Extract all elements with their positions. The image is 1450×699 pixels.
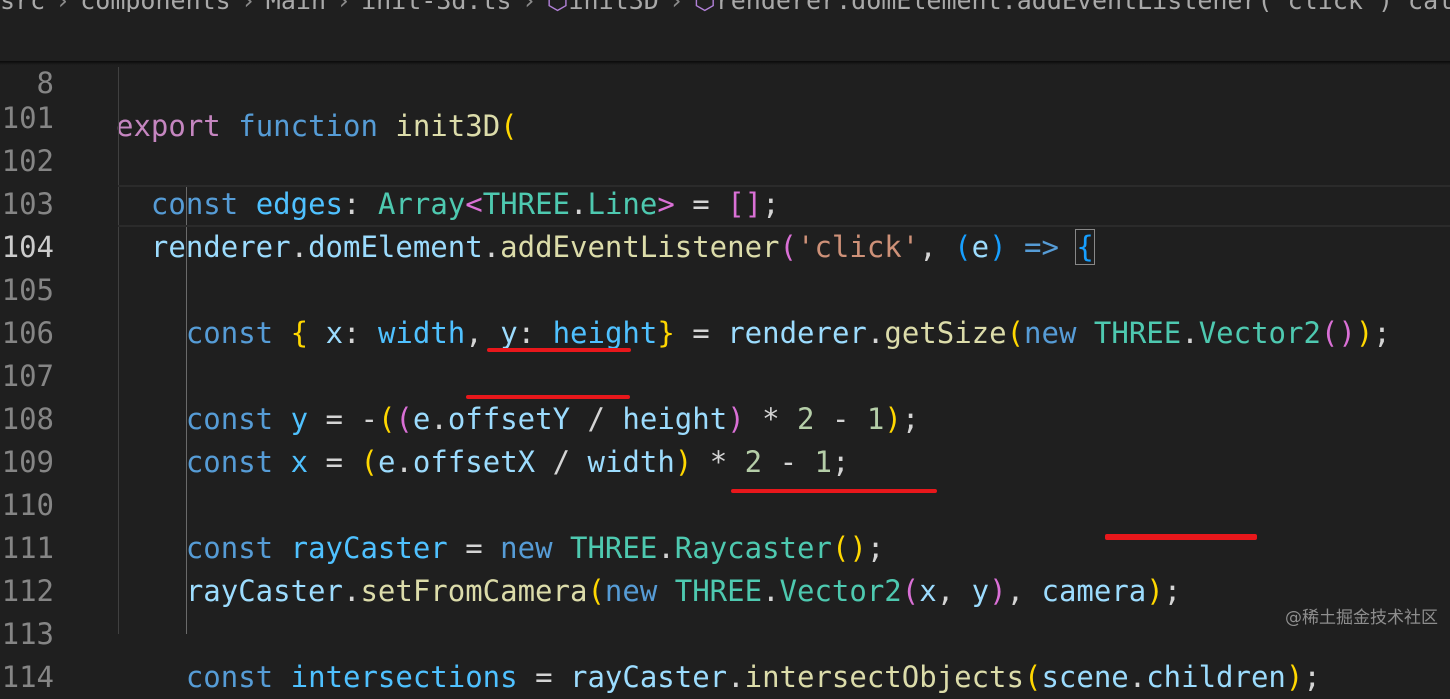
chevron-right-icon: › bbox=[669, 0, 684, 12]
code-line[interactable]: 106 bbox=[0, 269, 1450, 350]
code-line[interactable]: 109 bbox=[0, 398, 1450, 479]
chevron-right-icon: › bbox=[522, 0, 537, 12]
breadcrumb-src[interactable]: src bbox=[0, 0, 45, 12]
code-text: const intersections = rayCaster.intersec… bbox=[185, 660, 1321, 694]
code-line[interactable]: 102 const edges: Array<THREE.Line> = []; bbox=[0, 97, 1450, 221]
code-line[interactable]: 108 const x = (e.offsetX / width) * 2 - … bbox=[0, 355, 1450, 479]
cube-icon: ⬡ bbox=[694, 0, 716, 12]
code-line[interactable]: 101 bbox=[0, 54, 1450, 135]
annotation-underline bbox=[1105, 534, 1257, 540]
watermark: @稀土掘金技术社区 bbox=[1285, 608, 1438, 628]
breadcrumb-function[interactable]: init3D bbox=[568, 0, 658, 12]
annotation-underline bbox=[466, 395, 630, 399]
annotation-underline bbox=[487, 348, 631, 352]
code-line[interactable]: 111 rayCaster.setFromCamera(new THREE.Ve… bbox=[0, 484, 1450, 608]
annotation-underline bbox=[731, 489, 937, 493]
code-line[interactable]: 103 renderer.domElement.addEventListener… bbox=[0, 140, 1450, 265]
code-line[interactable]: 107 const y = -((e.offsetY / height) * 2… bbox=[0, 312, 1450, 436]
breadcrumb-components[interactable]: components bbox=[80, 0, 231, 12]
chevron-right-icon: › bbox=[55, 0, 70, 12]
breadcrumb-file[interactable]: init-3d.ts bbox=[361, 0, 512, 12]
code-line[interactable]: 105 const { x: width, y: height} = rende… bbox=[0, 226, 1450, 350]
breadcrumb-callback[interactable]: renderer.domElement.addEventListener('cl… bbox=[716, 0, 1450, 12]
chevron-right-icon: › bbox=[241, 0, 256, 12]
chevron-right-icon: › bbox=[336, 0, 351, 12]
breadcrumb[interactable]: src›components›Main›init-3d.ts›⬡init3D›⬡… bbox=[0, 0, 1450, 12]
breadcrumb-main[interactable]: Main bbox=[266, 0, 326, 12]
code-line[interactable]: 110 const rayCaster = new THREE.Raycaste… bbox=[0, 441, 1450, 565]
line-number: 114 bbox=[1, 660, 54, 694]
code-line[interactable]: 114 bbox=[0, 613, 1450, 694]
code-line[interactable]: 113 const intersections = rayCaster.inte… bbox=[0, 570, 1450, 694]
code-line-active[interactable]: 104 bbox=[0, 183, 1450, 264]
cube-icon: ⬡ bbox=[547, 0, 569, 12]
